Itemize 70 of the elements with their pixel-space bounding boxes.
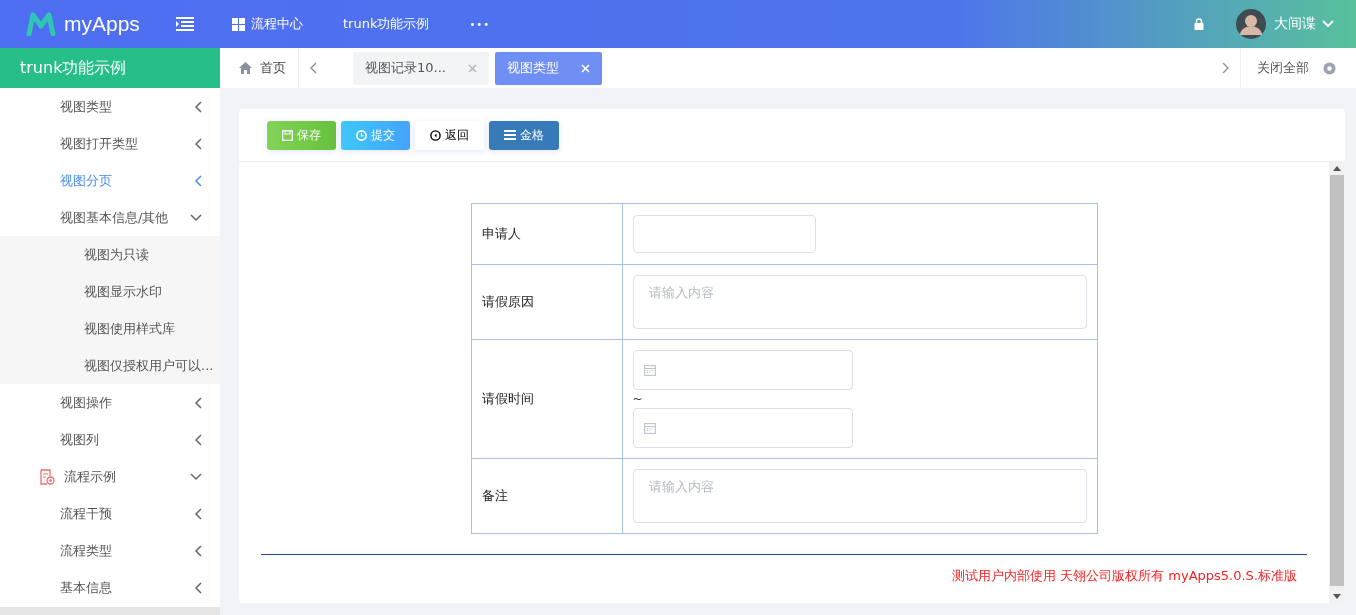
home-tab[interactable]: 首页 — [220, 48, 299, 88]
chevron-left-icon — [194, 507, 202, 520]
chevron-left-icon — [194, 544, 202, 557]
sidebar-item[interactable]: 基本信息 — [0, 569, 220, 606]
chevron-down-icon — [190, 213, 202, 222]
sidebar-item[interactable]: 流程干预 — [0, 495, 220, 532]
field-label: 申请人 — [471, 203, 622, 265]
calendar-icon — [643, 422, 656, 434]
lock-icon[interactable] — [1194, 18, 1204, 30]
logo-icon — [26, 12, 56, 36]
chevron-left-icon[interactable] — [309, 62, 317, 74]
sidebar-item[interactable]: 视图类型 — [0, 88, 220, 125]
text-area[interactable]: 请输入内容 — [632, 469, 1087, 523]
text-area[interactable]: 请输入内容 — [632, 275, 1087, 329]
nav-link[interactable]: trunk功能示例 — [343, 15, 430, 33]
scrollbar[interactable] — [1329, 162, 1345, 603]
document-icon — [40, 468, 55, 485]
nav-label: 流程中心 — [251, 15, 303, 33]
sidebar-item[interactable]: 流程示例 — [0, 458, 220, 495]
close-icon[interactable] — [467, 63, 477, 73]
scrollbar[interactable] — [0, 607, 220, 615]
chevron-left-icon — [194, 100, 202, 113]
tab-label: 视图记录10... — [365, 59, 446, 77]
grid-icon — [232, 17, 245, 31]
sidebar-subitem[interactable]: 视图仅授权用户可以... — [0, 347, 220, 384]
sidebar-item[interactable]: 视图列 — [0, 421, 220, 458]
chevron-left-icon — [194, 174, 202, 187]
range-separator: ~ — [632, 391, 643, 408]
chevron-down-icon — [190, 472, 202, 481]
chevron-left-icon — [194, 396, 202, 409]
scroll-down-icon[interactable] — [1333, 594, 1341, 599]
home-label: 首页 — [260, 59, 286, 77]
floppy-icon — [282, 129, 293, 141]
close-all-link[interactable]: 关闭全部 — [1257, 59, 1309, 77]
back-button[interactable]: 返回 — [415, 120, 484, 150]
clock-icon — [356, 129, 367, 141]
settings-icon[interactable] — [1323, 61, 1336, 75]
field-label: 备注 — [471, 458, 622, 534]
field-label: 请假时间 — [471, 339, 622, 459]
chevron-down-icon[interactable] — [1322, 20, 1334, 28]
home-icon — [239, 62, 252, 74]
sidebar-item[interactable]: 视图操作 — [0, 384, 220, 421]
avatar[interactable] — [1236, 9, 1266, 39]
list-icon — [504, 130, 516, 140]
calendar-icon — [643, 364, 656, 376]
chevron-left-icon — [194, 137, 202, 150]
nav-link[interactable]: 流程中心 — [232, 15, 303, 33]
sidebar-subitem[interactable]: 视图为只读 — [0, 236, 220, 273]
list-button[interactable]: 金格 — [489, 120, 559, 150]
back-circle-icon — [430, 129, 441, 141]
sidebar-subitem[interactable]: 视图显示水印 — [0, 273, 220, 310]
copyright-text: 测试用户内部使用 天翎公司版权所有 myApps5.0.S.标准版 — [952, 567, 1297, 585]
sidebar-item[interactable]: 视图打开类型 — [0, 125, 220, 162]
chevron-left-icon — [194, 433, 202, 446]
sidebar-item[interactable]: 视图基本信息/其他 — [0, 199, 220, 236]
chevron-left-icon — [194, 581, 202, 594]
sidebar-title: trunk功能示例 — [0, 48, 220, 88]
more-button[interactable]: ••• — [469, 18, 491, 30]
date-field[interactable] — [632, 408, 853, 448]
sidebar-subitem[interactable]: 视图使用样式库 — [0, 310, 220, 347]
chevron-right-icon[interactable] — [1222, 62, 1230, 74]
tab-label: 视图类型 — [506, 59, 559, 77]
app-name: myApps — [64, 12, 140, 36]
scroll-up-icon[interactable] — [1333, 166, 1341, 171]
tab[interactable]: 视图记录10... — [353, 51, 489, 85]
input-field[interactable] — [632, 215, 816, 253]
date-field[interactable] — [632, 350, 853, 390]
sidebar-item[interactable]: 流程类型 — [0, 532, 220, 569]
field-label: 请假原因 — [471, 264, 622, 340]
menu-icon[interactable] — [176, 17, 194, 31]
